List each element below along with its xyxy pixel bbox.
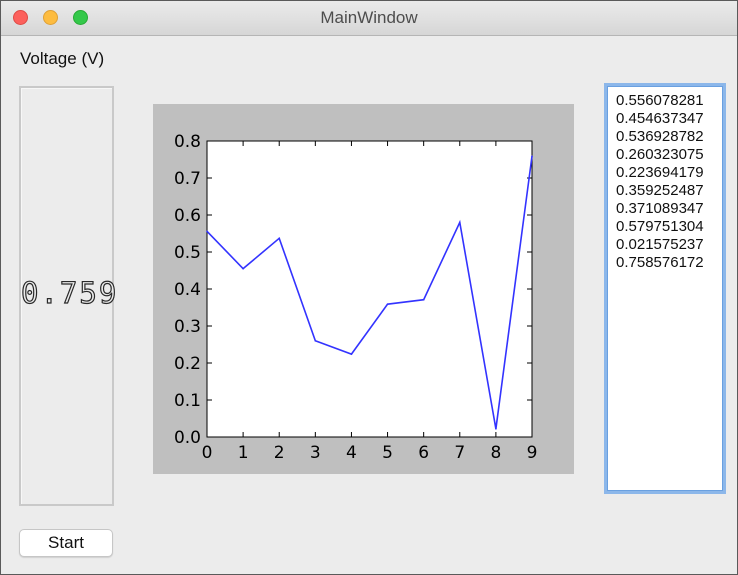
voltage-label: Voltage (V): [20, 49, 105, 68]
list-item[interactable]: 0.454637347: [607, 110, 723, 128]
x-tick-label: 8: [490, 443, 501, 463]
list-item[interactable]: 0.758576172: [607, 254, 723, 272]
start-button[interactable]: Start: [19, 529, 113, 557]
title-bar: MainWindow: [1, 1, 737, 36]
list-item[interactable]: 0.260323075: [607, 146, 723, 164]
x-tick-label: 0: [202, 443, 213, 463]
y-tick-label: 0.4: [174, 280, 201, 300]
voltage-lcd-value: 0.759: [20, 275, 119, 310]
x-tick-label: 1: [238, 443, 249, 463]
y-tick-label: 0.1: [174, 391, 201, 411]
data-point: [422, 298, 425, 301]
data-point: [350, 353, 353, 355]
main-window: MainWindow Voltage (V) 0.759 Start 0.0 0.…: [0, 0, 738, 575]
x-tick-label: 4: [346, 443, 357, 463]
data-point: [495, 428, 497, 430]
y-tick-label: 0.7: [174, 169, 201, 189]
x-tick-label: 6: [418, 443, 429, 463]
data-point: [531, 155, 533, 157]
x-tick-label: 3: [310, 443, 321, 463]
x-tick-label: 2: [274, 443, 285, 463]
data-point: [242, 267, 244, 270]
x-tick-label: 5: [382, 443, 393, 463]
data-point: [314, 340, 317, 342]
data-point: [386, 303, 389, 305]
chart-svg: 0.0 0.1 0.2 0.3 0.4 0.5 0.6 0.7 0.8 0 1 2 3 4 5 6 7 8 9: [174, 132, 538, 463]
data-point: [278, 237, 281, 240]
x-tick-label: 7: [454, 443, 465, 463]
y-tick-label: 0.0: [174, 428, 201, 448]
plot-area: [206, 140, 533, 438]
data-point: [458, 221, 461, 224]
y-tick-label: 0.2: [174, 354, 201, 374]
list-item[interactable]: 0.536928782: [607, 128, 723, 146]
list-item[interactable]: 0.371089347: [607, 200, 723, 218]
y-tick-label: 0.5: [174, 243, 201, 263]
voltage-chart: 0.0 0.1 0.2 0.3 0.4 0.5 0.6 0.7 0.8 0 1 2 3 4 5 6 7 8 9: [153, 104, 574, 474]
list-item[interactable]: 0.556078281: [607, 92, 723, 110]
y-tick-label: 0.3: [174, 317, 201, 337]
x-tick-label: 9: [527, 443, 538, 463]
voltage-list[interactable]: 0.556078281 0.454637347 0.536928782 0.26032…: [604, 83, 726, 494]
list-item[interactable]: 0.579751304: [607, 218, 723, 236]
list-item[interactable]: 0.021575237: [607, 236, 723, 254]
list-item[interactable]: 0.359252487: [607, 182, 723, 200]
y-tick-label: 0.6: [174, 206, 201, 226]
window-title: MainWindow: [320, 8, 418, 27]
y-tick-label: 0.8: [174, 132, 201, 152]
voltage-lcd-display: 0.759: [19, 86, 119, 506]
list-item[interactable]: 0.223694179: [607, 164, 723, 182]
data-point: [206, 230, 208, 233]
voltage-list-items: 0.556078281 0.454637347 0.536928782 0.26032…: [607, 92, 723, 272]
